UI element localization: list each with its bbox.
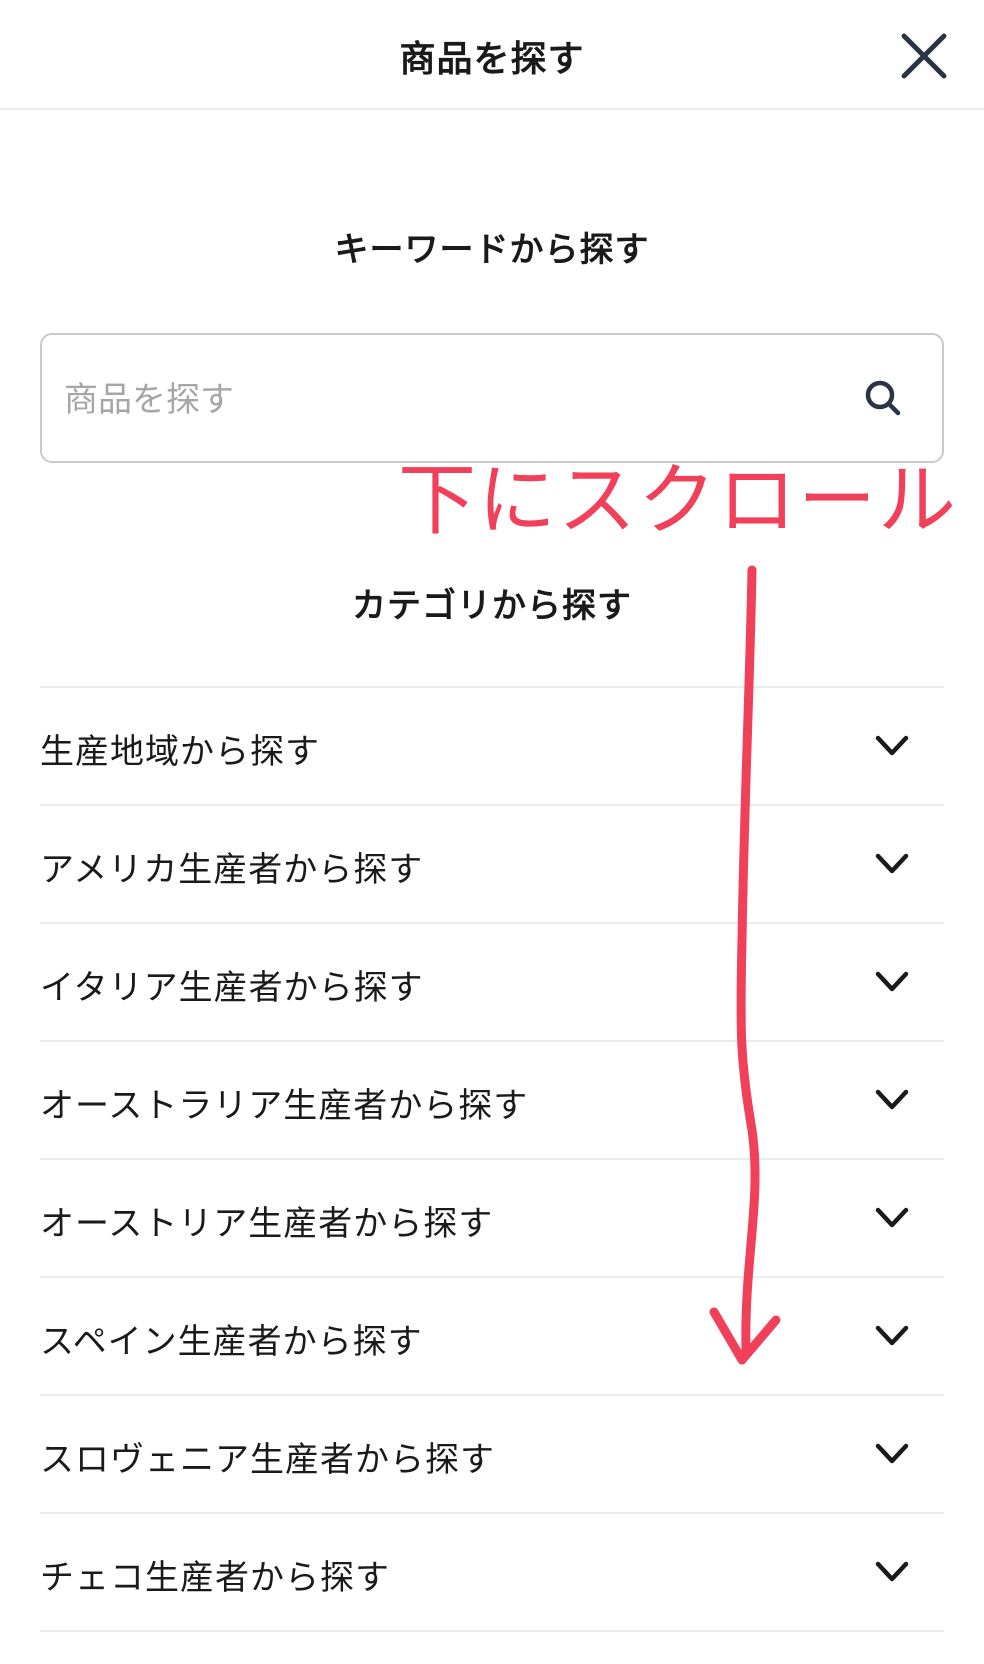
category-item-austria[interactable]: オーストリア生産者から探す xyxy=(40,1160,944,1278)
page-title: 商品を探す xyxy=(399,39,585,80)
chevron-down-icon xyxy=(875,853,909,874)
chevron-down-icon xyxy=(875,971,909,992)
category-item-label: オーストリア生産者から探す xyxy=(40,1204,494,1244)
category-item-slovenia[interactable]: スロヴェニア生産者から探す xyxy=(40,1396,944,1514)
search-button[interactable] xyxy=(860,375,908,423)
chevron-down-icon xyxy=(875,1089,909,1110)
chevron-down-icon xyxy=(875,1443,909,1464)
modal-header: 商品を探す xyxy=(0,0,984,110)
category-item-czech[interactable]: チェコ生産者から探す xyxy=(40,1514,944,1632)
chevron-down-icon xyxy=(875,1207,909,1228)
category-item-usa[interactable]: アメリカ生産者から探す xyxy=(40,806,944,924)
hand-drawn-down-arrow-icon xyxy=(709,565,781,1365)
category-item-region[interactable]: 生産地域から探す xyxy=(40,688,944,806)
chevron-down-icon xyxy=(875,735,909,756)
category-item-label: スペイン生産者から探す xyxy=(40,1322,423,1362)
category-item-label: スロヴェニア生産者から探す xyxy=(40,1440,495,1480)
category-item-italy[interactable]: イタリア生産者から探す xyxy=(40,924,944,1042)
chevron-down-icon xyxy=(875,1325,909,1346)
category-item-label: 生産地域から探す xyxy=(40,732,320,772)
category-item-australia[interactable]: オーストラリア生産者から探す xyxy=(40,1042,944,1160)
category-item-label: イタリア生産者から探す xyxy=(40,968,424,1008)
close-icon xyxy=(901,33,947,79)
category-section-title: カテゴリから探す xyxy=(352,586,632,626)
category-list: 生産地域から探す アメリカ生産者から探す イタリア生産者から探す オーストラリア… xyxy=(40,686,944,1632)
close-button[interactable] xyxy=(896,28,952,84)
chevron-down-icon xyxy=(875,1561,909,1582)
category-item-spain[interactable]: スペイン生産者から探す xyxy=(40,1278,944,1396)
category-item-label: アメリカ生産者から探す xyxy=(40,850,424,890)
search-input[interactable] xyxy=(64,365,824,435)
category-item-label: オーストラリア生産者から探す xyxy=(40,1086,529,1126)
search-icon xyxy=(865,380,901,416)
keyword-section-title: キーワードから探す xyxy=(334,230,650,270)
scroll-annotation-text: 下にスクロール xyxy=(398,456,959,546)
category-item-label: チェコ生産者から探す xyxy=(40,1558,390,1598)
